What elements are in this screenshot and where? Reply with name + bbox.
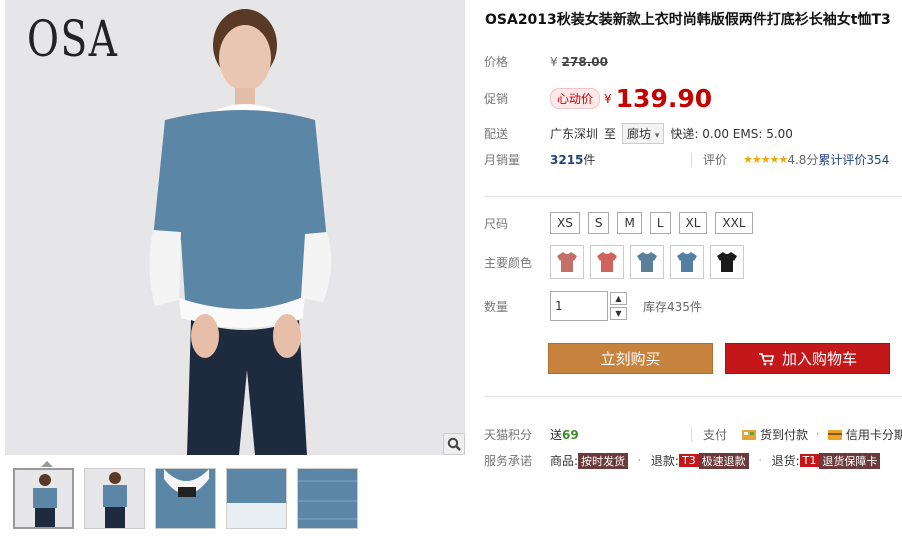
- size-option-xl[interactable]: XL: [678, 212, 708, 234]
- thumbnail-4[interactable]: [226, 468, 287, 529]
- shipping-dest: 廊坊: [627, 127, 652, 141]
- color-swatch-denim-blue[interactable]: [670, 245, 704, 279]
- price-currency: ¥: [550, 54, 558, 69]
- quantity-increase-button[interactable]: ▲: [610, 292, 627, 305]
- cart-icon: [758, 352, 774, 365]
- sales-divider: [691, 153, 692, 167]
- quantity-decrease-button[interactable]: ▼: [610, 307, 627, 320]
- buy-now-button[interactable]: 立刻购买: [548, 343, 713, 374]
- size-option-m[interactable]: M: [617, 212, 642, 234]
- shipping-label: 配送: [484, 127, 509, 141]
- shirt-icon: [597, 252, 617, 272]
- review-count-link[interactable]: 累计评价354: [818, 151, 889, 168]
- add-to-cart-button[interactable]: 加入购物车: [725, 343, 890, 374]
- thumbnail-5[interactable]: [297, 468, 358, 529]
- payment-row: 支付 货到付款 · 信用卡分期: [703, 426, 902, 443]
- shipping-dest-select[interactable]: 廊坊 ▾: [622, 123, 665, 144]
- payment-label: 支付: [703, 428, 728, 442]
- price-row: 价格 ¥ 278.00: [484, 53, 608, 70]
- color-swatch-steel-blue[interactable]: [630, 245, 664, 279]
- service-return-code: T1: [799, 454, 820, 467]
- color-swatch-rose[interactable]: [550, 245, 584, 279]
- magnifier-icon: [447, 437, 461, 451]
- service-goods-badge[interactable]: 按时发货: [578, 452, 629, 469]
- service-goods-label: 商品:: [550, 454, 579, 468]
- dot-separator: ·: [638, 455, 641, 466]
- service-refund-label: 退款:: [650, 454, 679, 468]
- cod-icon: [742, 430, 757, 440]
- shirt-icon: [677, 252, 697, 272]
- sales-count: 3215: [550, 152, 584, 167]
- service-return-badge[interactable]: 退货保障卡: [819, 452, 881, 469]
- size-option-l[interactable]: L: [649, 212, 671, 234]
- sales-row: 月销量 3215 件: [484, 151, 595, 168]
- sales-label: 月销量: [484, 153, 521, 167]
- review-row: 评价 ★★★★★ 4.8分 累计评价354: [703, 151, 889, 168]
- chevron-down-icon: ▾: [654, 131, 660, 141]
- thumbnail-strip: [13, 468, 358, 529]
- size-label: 尺码: [484, 216, 509, 231]
- promo-price: 139.90: [615, 84, 713, 113]
- color-label: 主要颜色: [484, 255, 533, 270]
- promo-currency: ¥: [604, 91, 612, 106]
- original-price: 278.00: [561, 54, 608, 69]
- active-thumb-caret: [41, 461, 53, 467]
- size-option-xs[interactable]: XS: [550, 212, 580, 234]
- promo-row: 促销 心动价 ¥ 139.90: [484, 84, 712, 113]
- size-row: 尺码 XS S M L XL XXL: [484, 212, 761, 234]
- add-to-cart-label: 加入购物车: [781, 350, 857, 368]
- service-return-label: 退货:: [771, 454, 800, 468]
- credit-card-icon: [827, 430, 842, 440]
- payment-divider: [691, 428, 692, 442]
- shirt-icon: [717, 252, 737, 272]
- stock-text: 库存435件: [643, 299, 702, 314]
- quantity-input[interactable]: [550, 291, 608, 321]
- service-refund-code: T3: [678, 454, 699, 467]
- divider: [484, 396, 902, 397]
- zoom-button[interactable]: [443, 433, 465, 455]
- quantity-row: 数量 ▲ ▼ 库存435件: [484, 291, 702, 321]
- product-title: OSA2013秋装女装新款上衣时尚韩版假两件打底衫长袖女t恤T3: [485, 12, 891, 28]
- shirt-icon: [637, 252, 657, 272]
- points-prefix: 送: [550, 428, 563, 442]
- service-refund-badge[interactable]: 极速退款: [698, 452, 749, 469]
- review-score: 4.8分: [787, 153, 819, 167]
- color-swatch-coral[interactable]: [590, 245, 624, 279]
- sales-unit: 件: [583, 153, 596, 167]
- promo-label: 促销: [484, 92, 509, 106]
- star-rating-icon: ★★★★★: [743, 153, 788, 166]
- divider: [484, 196, 902, 197]
- quantity-label: 数量: [484, 299, 509, 314]
- color-swatch-black[interactable]: [710, 245, 744, 279]
- size-option-xxl[interactable]: XXL: [715, 212, 753, 234]
- main-product-image[interactable]: OSA: [5, 0, 465, 455]
- dot-separator: ·: [816, 429, 819, 440]
- service-label: 服务承诺: [484, 454, 533, 468]
- review-label: 评价: [703, 153, 728, 167]
- buy-now-label: 立刻购买: [600, 350, 661, 368]
- service-row: 服务承诺 商品: 按时发货 · 退款: T3 极速退款 · 退货: T1 退货保…: [484, 452, 881, 469]
- size-option-s[interactable]: S: [587, 212, 610, 234]
- points-row: 天猫积分 送 69: [484, 426, 579, 443]
- product-info-panel: OSA2013秋装女装新款上衣时尚韩版假两件打底衫长袖女t恤T3 价格 ¥ 27…: [484, 0, 902, 536]
- payment-card[interactable]: 信用卡分期: [846, 426, 902, 443]
- quantity-stepper: ▲ ▼: [610, 292, 627, 320]
- product-gallery: OSA: [5, 0, 465, 536]
- shirt-icon: [557, 252, 577, 272]
- color-row: 主要颜色: [484, 245, 750, 279]
- thumbnail-2[interactable]: [84, 468, 145, 529]
- dot-separator: ·: [758, 455, 762, 466]
- shipping-row: 配送 广东深圳 至 廊坊 ▾ 快递: 0.00 EMS: 5.00: [484, 123, 793, 144]
- points-label: 天猫积分: [484, 428, 533, 442]
- price-label: 价格: [484, 55, 509, 69]
- thumbnail-3[interactable]: [155, 468, 216, 529]
- shipping-fees: 快递: 0.00 EMS: 5.00: [670, 127, 793, 141]
- points-value: 69: [562, 427, 579, 442]
- thumbnail-1[interactable]: [13, 468, 74, 529]
- payment-cod[interactable]: 货到付款: [760, 426, 808, 443]
- promo-tag: 心动价: [550, 88, 601, 109]
- shipping-to-word: 至: [604, 127, 617, 141]
- shipping-from: 广东深圳: [550, 127, 599, 141]
- model-photo: [149, 9, 332, 455]
